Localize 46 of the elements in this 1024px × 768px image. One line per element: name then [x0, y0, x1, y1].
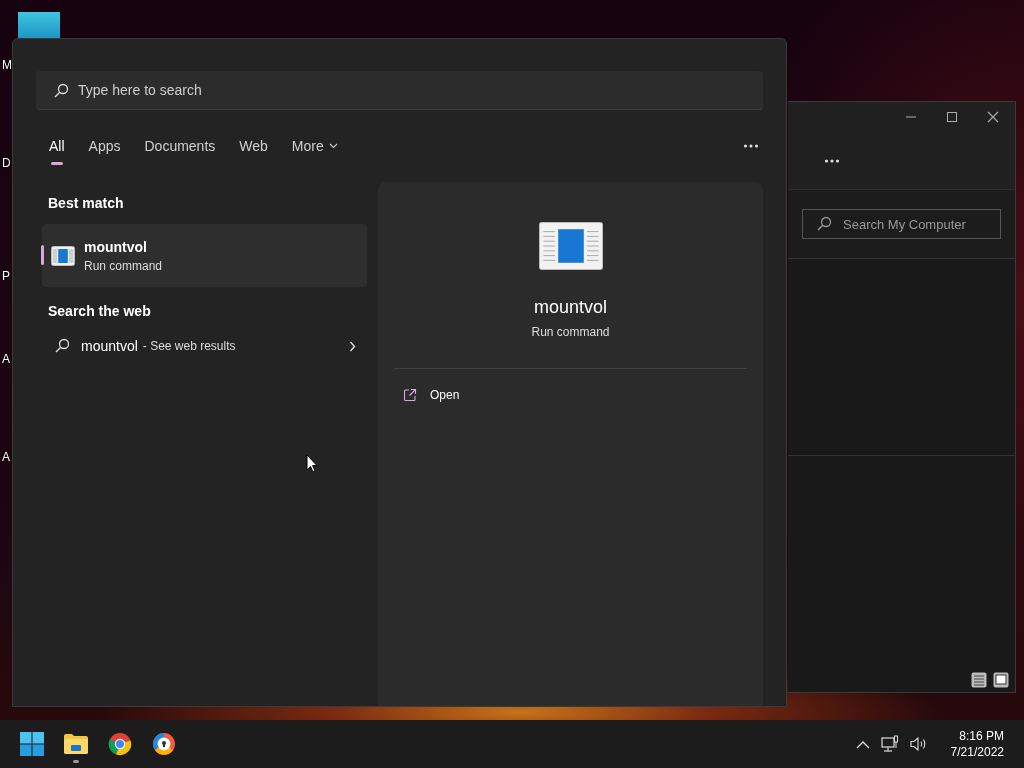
chrome-icon[interactable] [108, 732, 132, 756]
browser-icon[interactable] [152, 732, 176, 756]
more-icon [743, 143, 759, 149]
web-result-item[interactable]: mountvol - See web results [42, 338, 356, 354]
run-command-icon [538, 222, 603, 270]
volume-icon[interactable] [909, 736, 928, 752]
result-item[interactable]: mountvol Run command [42, 224, 367, 287]
desktop-icon-label: D [2, 156, 11, 170]
search-field[interactable]: Type here to search [36, 71, 763, 110]
run-command-icon [51, 245, 75, 266]
web-results-hint: - See web results [142, 339, 236, 353]
filter-tab[interactable]: Web [233, 131, 274, 161]
search-icon [53, 83, 69, 99]
start-icon[interactable] [20, 732, 44, 756]
section-heading: Best match [47, 195, 124, 211]
section-heading: Search the web [47, 303, 151, 319]
search-icon [816, 216, 832, 232]
chevron-right-icon [349, 340, 356, 352]
close-icon[interactable] [987, 111, 999, 123]
desktop-icon-label: M [2, 58, 12, 72]
result-type: Run command [84, 258, 163, 273]
details-view-icon[interactable] [971, 672, 987, 688]
web-query: mountvol [81, 338, 138, 354]
tiles-view-icon[interactable] [993, 672, 1009, 688]
filter-tab[interactable]: More [285, 131, 344, 161]
network-icon[interactable] [880, 735, 899, 753]
selection-bar [41, 245, 44, 265]
clock[interactable]: 8:16 PM 7/21/2022 [950, 728, 1004, 760]
filter-tab[interactable]: Documents [138, 131, 222, 161]
search-icon [54, 338, 70, 354]
cursor-icon [306, 454, 318, 473]
preview-subtitle: Run command [531, 325, 610, 339]
preview-title: mountvol [533, 297, 607, 318]
result-name: mountvol [84, 238, 148, 255]
chevron-down-icon [328, 143, 338, 149]
more-icon[interactable] [824, 157, 840, 164]
open-button[interactable]: Open [403, 388, 460, 402]
maximize-icon[interactable] [946, 111, 958, 123]
filter-tab[interactable]: Apps [82, 131, 127, 161]
chevron-up-icon[interactable] [855, 739, 870, 749]
folder-icon[interactable] [63, 733, 89, 755]
desktop-icon-label: P [2, 269, 10, 283]
desktop-icon-label: A [2, 450, 10, 464]
desktop-icon-label: A [2, 352, 10, 366]
external-link-icon [403, 388, 417, 402]
search-field[interactable]: Search My Computer [802, 209, 1001, 239]
